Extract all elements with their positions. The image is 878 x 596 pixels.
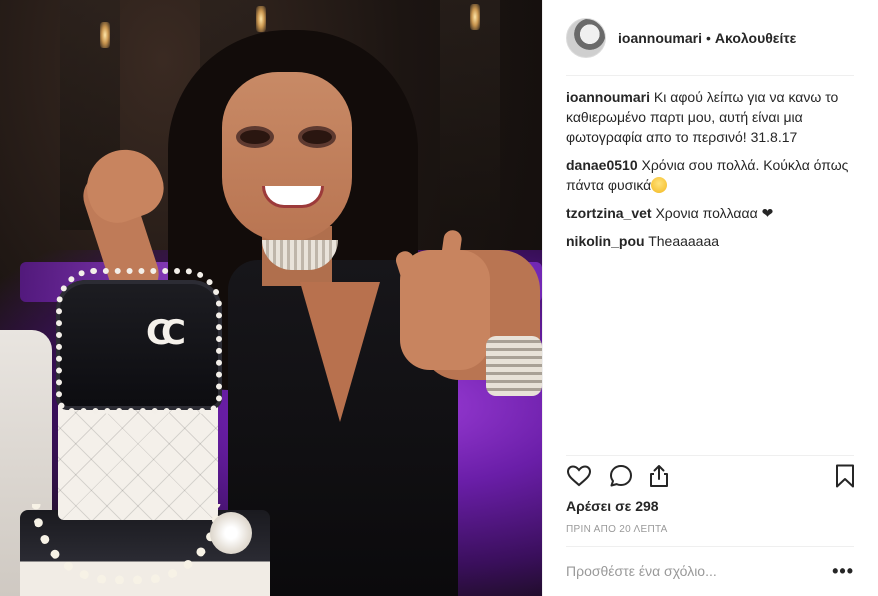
list-item: danae0510 Χρόνια σου πολλά. Κούκλα όπως …	[566, 155, 856, 195]
heart-icon[interactable]	[566, 463, 592, 489]
post-photo[interactable]: CC	[0, 0, 542, 596]
ceiling-light	[256, 6, 266, 32]
person-face	[222, 72, 352, 242]
ceiling-light	[100, 22, 110, 48]
person-eye	[302, 130, 332, 144]
post-timestamp[interactable]: ΠΡΙΝ ΑΠΟ 20 ΛΕΠΤΑ	[566, 524, 668, 535]
post-side-panel: ioannoumari • Ακολουθείτε ioannoumari Κι α…	[542, 0, 878, 596]
comment-list: ioannoumari Κι αφού λείπω για να κανω το…	[566, 87, 856, 259]
following-button[interactable]: Ακολουθείτε	[715, 30, 796, 46]
list-item: tzortzina_vet Χρονια πολλααα ❤	[566, 203, 856, 223]
like-count[interactable]: Αρέσει σε 298	[566, 498, 659, 514]
comment-username[interactable]: nikolin_pou	[566, 233, 645, 249]
cake-logo: CC	[146, 313, 186, 353]
cake-middle-tier	[58, 400, 218, 520]
cake-rose	[210, 512, 252, 554]
comment-text: Theaaaaaa	[648, 233, 720, 249]
comment-username[interactable]: ioannoumari	[566, 89, 650, 105]
list-item: nikolin_pou Theaaaaaa	[566, 231, 856, 251]
actions-divider	[566, 455, 854, 456]
cake-chain-strap	[56, 268, 222, 414]
action-bar	[566, 463, 856, 493]
smiling-face-emoji-icon	[651, 177, 668, 193]
add-comment-divider	[566, 546, 854, 547]
header-text: ioannoumari • Ακολουθείτε	[618, 29, 796, 47]
bookmark-icon[interactable]	[832, 463, 858, 489]
caption-comment: ioannoumari Κι αφού λείπω για να κανω το…	[566, 87, 856, 147]
post-header: ioannoumari • Ακολουθείτε	[543, 0, 878, 75]
ceiling-light	[470, 4, 480, 30]
more-options-icon[interactable]: •••	[832, 562, 854, 580]
header-username[interactable]: ioannoumari	[618, 30, 702, 46]
instagram-post: CC ioannoumari • Ακολουθείτε ioannoumari Κ…	[0, 0, 878, 596]
comment-bubble-icon[interactable]	[608, 463, 634, 489]
header-divider	[566, 75, 854, 76]
wall-panel	[440, 0, 500, 230]
add-comment-input[interactable]	[566, 563, 816, 579]
comment-username[interactable]: tzortzina_vet	[566, 205, 652, 221]
person-eye	[240, 130, 270, 144]
comment-username[interactable]: danae0510	[566, 157, 638, 173]
comment-text: Χρονια πολλααα ❤	[655, 205, 774, 221]
share-icon[interactable]	[646, 463, 672, 489]
avatar[interactable]	[566, 17, 606, 58]
header-separator: •	[706, 29, 711, 46]
person-bracelet	[486, 336, 542, 396]
